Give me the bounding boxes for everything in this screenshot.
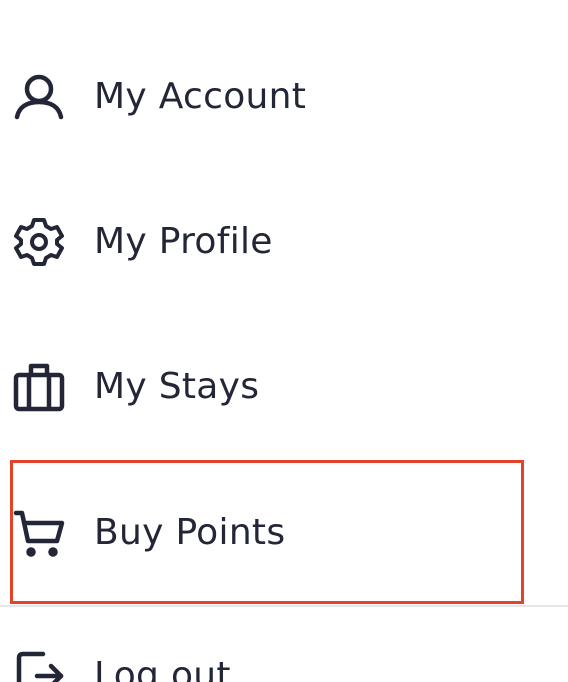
- menu-item-label: My Stays: [94, 366, 260, 407]
- gear-icon: [13, 216, 65, 268]
- cart-icon: [13, 507, 65, 559]
- menu-item-label: Buy Points: [94, 512, 286, 553]
- menu-item-label: Log out: [94, 655, 231, 682]
- suitcase-icon: [13, 361, 65, 413]
- menu-item-buy-points[interactable]: Buy Points: [0, 493, 568, 573]
- menu-item-label: My Profile: [94, 221, 273, 262]
- account-menu: My Account My Profile My Stays Buy Point…: [0, 0, 568, 682]
- menu-item-my-profile[interactable]: My Profile: [0, 202, 568, 282]
- logout-icon: [13, 650, 65, 682]
- menu-divider: [0, 605, 568, 607]
- menu-item-my-account[interactable]: My Account: [0, 57, 568, 137]
- menu-item-log-out[interactable]: Log out: [0, 636, 568, 682]
- menu-item-label: My Account: [94, 76, 307, 117]
- user-icon: [13, 71, 65, 123]
- menu-item-my-stays[interactable]: My Stays: [0, 347, 568, 427]
